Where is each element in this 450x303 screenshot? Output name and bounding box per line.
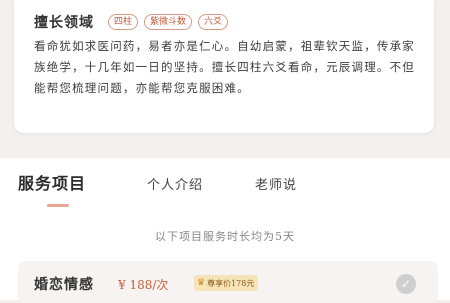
tab-teacher-says[interactable]: 老师说 [255,174,297,193]
tab-services[interactable]: 服务项目 [18,170,86,194]
service-price: ¥ 188/次 [118,278,169,292]
tag-sizhu: 四柱 [108,14,139,30]
tag-ziwei: 紫微斗数 [144,14,193,30]
teacher-bio: 看命犹如求医问药，易者亦是仁心。自幼启蒙，祖辈钦天监，传承家族绝学，十几年如一日… [34,39,415,95]
service-name: 婚恋情感 [34,277,94,293]
tab-personal-intro[interactable]: 个人介绍 [147,174,203,193]
tag-liuyao: 六爻 [198,14,229,30]
member-price-label: 尊享价178元 [207,278,255,288]
member-price-badge: ♛ 尊享价178元 [194,275,259,291]
service-item-relationship[interactable]: 婚恋情感 ¥ 188/次 ♛ 尊享价178元 ✓ [18,261,438,303]
expertise-tags: 四柱 紫微斗数 六爻 [108,14,229,30]
expertise-title: 擅长领域 [34,15,94,31]
active-tab-indicator [47,204,69,207]
crown-icon: ♛ [197,278,206,288]
services-panel: 服务项目 个人介绍 老师说 以下项目服务时长均为5天 婚恋情感 ¥ 188/次 … [0,158,450,303]
service-duration-note: 以下项目服务时长均为5天 [155,230,295,243]
tab-bar: 服务项目 个人介绍 老师说 [0,170,450,200]
select-check-icon[interactable]: ✓ [396,274,416,294]
teacher-profile-card: 擅长领域 四柱 紫微斗数 六爻 看命犹如求医问药，易者亦是仁心。自幼启蒙，祖辈钦… [14,0,434,133]
expertise-row: 擅长领域 四柱 紫微斗数 六爻 [34,12,229,32]
